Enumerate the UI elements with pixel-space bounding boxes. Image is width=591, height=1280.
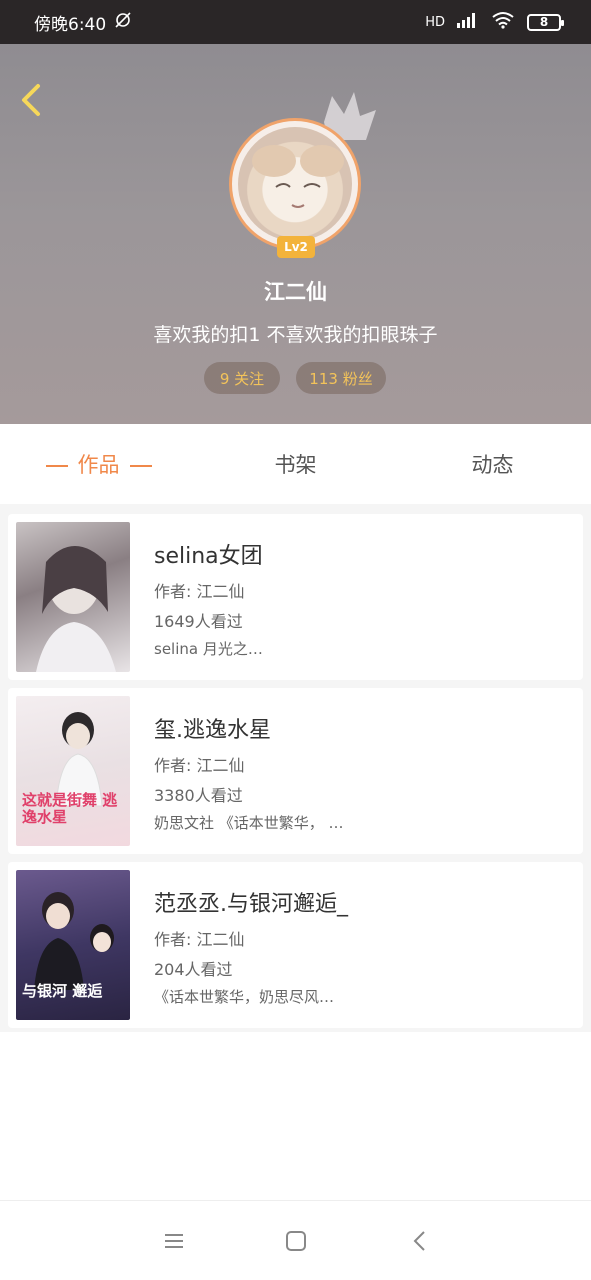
- chevron-left-icon: [22, 84, 40, 116]
- back-button[interactable]: [14, 80, 50, 120]
- book-card[interactable]: 这就是街舞 逃逸水星 玺.逃逸水星 作者: 江二仙 3380人看过 奶思文社 《…: [8, 688, 583, 854]
- user-bio: 喜欢我的扣1 不喜欢我的扣眼珠子: [153, 324, 438, 346]
- battery-level: 8: [539, 15, 549, 29]
- book-description: 奶思文社 《话本世繁华， …: [154, 814, 344, 832]
- system-back-button[interactable]: [408, 1229, 432, 1253]
- tab-indicator-left: [45, 465, 68, 467]
- book-views: 3380人看过: [154, 786, 243, 805]
- book-description: selina 月光之…: [154, 640, 263, 658]
- profile-header: Lv2 江二仙 喜欢我的扣1 不喜欢我的扣眼珠子 9 关注 113 粉丝: [0, 44, 591, 424]
- tab-activity[interactable]: 动态: [394, 449, 591, 479]
- network-type: HD: [425, 14, 445, 30]
- book-author: 作者: 江二仙: [154, 756, 245, 775]
- signal-icon: [457, 12, 479, 32]
- tab-works[interactable]: 作品: [0, 449, 197, 479]
- book-cover: [16, 522, 130, 672]
- book-views: 1649人看过: [154, 612, 243, 631]
- book-title: 范丞丞.与银河邂逅_: [154, 892, 348, 917]
- book-cover: 与银河 邂逅: [16, 870, 130, 1020]
- works-list: selina女团 作者: 江二仙 1649人看过 selina 月光之… 这就是…: [0, 504, 591, 1032]
- username: 江二仙: [264, 280, 327, 304]
- book-cover: 这就是街舞 逃逸水星: [16, 696, 130, 846]
- battery-icon: 8: [527, 13, 564, 31]
- menu-icon: [165, 1234, 183, 1248]
- menu-button[interactable]: [162, 1229, 186, 1253]
- book-title: selina女团: [154, 544, 263, 569]
- tab-bookshelf[interactable]: 书架: [197, 449, 394, 479]
- back-arrow-icon: [413, 1231, 425, 1251]
- wifi-icon: [491, 11, 515, 33]
- home-button[interactable]: [284, 1229, 308, 1253]
- book-description: 《话本世繁华，奶思尽风…: [154, 988, 335, 1006]
- cover-title: 与银河 邂逅: [22, 981, 103, 1000]
- avatar[interactable]: [229, 118, 361, 250]
- tab-label: 作品: [77, 453, 120, 477]
- book-card[interactable]: 与银河 邂逅 范丞丞.与银河邂逅_ 作者: 江二仙 204人看过 《话本世繁华，…: [8, 862, 583, 1028]
- status-bar: 傍晚6:40 HD 8: [0, 0, 591, 44]
- profile-tabs: 作品 书架 动态: [0, 424, 591, 504]
- status-time: 傍晚6:40: [34, 14, 107, 35]
- tab-label: 动态: [471, 453, 514, 477]
- system-nav-bar: [0, 1200, 591, 1280]
- level-badge: Lv2: [277, 236, 315, 258]
- book-title: 玺.逃逸水星: [154, 718, 271, 743]
- book-author: 作者: 江二仙: [154, 930, 245, 949]
- avatar-image: [238, 127, 352, 241]
- fans-count-button[interactable]: 113 粉丝: [296, 362, 386, 394]
- following-count-button[interactable]: 9 关注: [204, 362, 280, 394]
- tab-label: 书架: [274, 453, 317, 477]
- book-card[interactable]: selina女团 作者: 江二仙 1649人看过 selina 月光之…: [8, 514, 583, 680]
- alarm-off-icon: [114, 11, 132, 34]
- home-square-icon: [286, 1231, 306, 1251]
- book-author: 作者: 江二仙: [154, 582, 245, 601]
- tab-indicator-right: [129, 465, 152, 467]
- book-views: 204人看过: [154, 960, 233, 979]
- cover-title: 这就是街舞 逃逸水星: [22, 790, 118, 826]
